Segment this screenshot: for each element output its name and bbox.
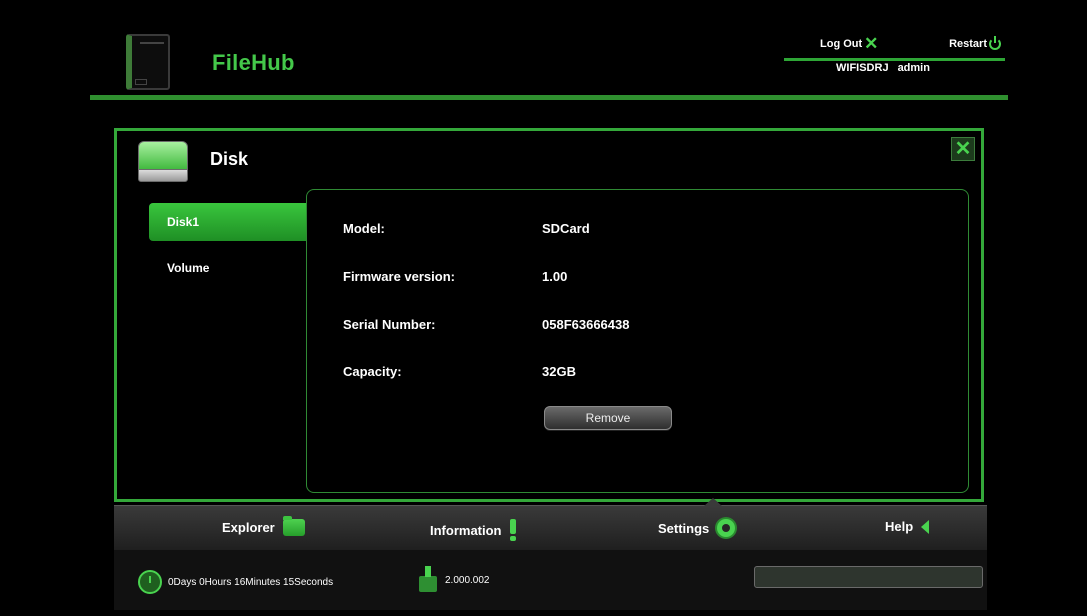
- firmware-label: Firmware version:: [343, 269, 455, 284]
- disk-icon: [138, 141, 188, 182]
- firmware-value: 1.00: [542, 269, 568, 284]
- tab-disk1[interactable]: Disk1: [149, 203, 309, 241]
- bottom-nav: Explorer Information Settings Help: [114, 498, 987, 550]
- nav-information[interactable]: Information: [430, 519, 516, 541]
- user-info: WIFISDRJ admin: [836, 62, 930, 74]
- nav-explorer-label: Explorer: [222, 520, 275, 535]
- uptime-text: 0Days 0Hours 16Minutes 15Seconds: [168, 576, 334, 588]
- top-actions: Log Out ✕ Restart WIFISDRJ admin: [784, 34, 1005, 74]
- model-value: SDCard: [542, 221, 590, 236]
- capacity-value: 32GB: [542, 364, 576, 379]
- disk-panel: ✕ Disk Disk1 Volume Model: SDCard Firmwa…: [114, 128, 984, 502]
- x-icon: ✕: [864, 34, 879, 53]
- power-icon: [989, 36, 1001, 50]
- close-button[interactable]: ✕: [951, 137, 975, 161]
- device-name: WIFISDRJ: [836, 62, 889, 74]
- restart-button[interactable]: Restart: [949, 36, 1001, 50]
- triangle-left-icon: [921, 519, 930, 534]
- uptime-status: 0Days 0Hours 16Minutes 15Seconds: [138, 570, 333, 594]
- clock-icon: [138, 570, 162, 594]
- panel-title: Disk: [210, 149, 249, 169]
- header-divider: [90, 95, 1008, 100]
- gear-icon: [717, 519, 736, 537]
- close-icon: ✕: [954, 138, 972, 160]
- status-bar: 0Days 0Hours 16Minutes 15Seconds 2.000.0…: [114, 550, 987, 610]
- active-tab-pointer: [704, 498, 722, 506]
- logout-label: Log Out: [820, 38, 863, 50]
- package-icon: [417, 566, 439, 594]
- exclamation-icon: [509, 519, 516, 541]
- folder-icon: [282, 516, 305, 536]
- serial-label: Serial Number:: [343, 317, 436, 332]
- device-logo-icon: [126, 34, 170, 90]
- tab-volume[interactable]: Volume: [149, 255, 309, 293]
- nav-information-label: Information: [430, 522, 502, 538]
- logout-button[interactable]: Log Out ✕: [820, 34, 879, 53]
- filehub-screen: FileHub Log Out ✕ Restart WIFISDRJ admin …: [0, 0, 1087, 616]
- disk-details: Model: SDCard Firmware version: 1.00 Ser…: [306, 189, 969, 493]
- brand-title: FileHub: [212, 50, 295, 75]
- top-actions-divider: [784, 58, 1005, 61]
- remove-button[interactable]: Remove: [544, 406, 672, 430]
- nav-help[interactable]: Help: [885, 519, 930, 534]
- progress-bar: [754, 566, 983, 588]
- nav-settings-label: Settings: [658, 520, 710, 536]
- nav-settings[interactable]: Settings: [658, 519, 736, 537]
- capacity-label: Capacity:: [343, 364, 402, 379]
- model-label: Model:: [343, 221, 385, 236]
- restart-label: Restart: [949, 38, 987, 50]
- username: admin: [897, 62, 930, 74]
- nav-explorer[interactable]: Explorer: [222, 516, 305, 536]
- serial-value: 058F63666438: [542, 317, 630, 332]
- version-status: 2.000.002: [417, 566, 490, 594]
- nav-help-label: Help: [885, 519, 914, 534]
- version-text: 2.000.002: [445, 574, 490, 586]
